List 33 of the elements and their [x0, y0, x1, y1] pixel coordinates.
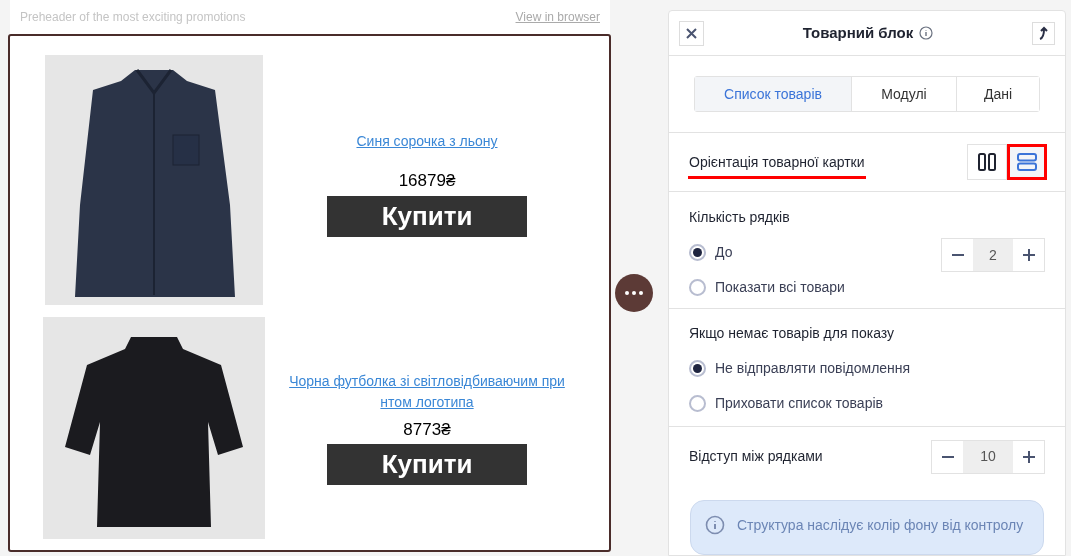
rows-icon [1017, 153, 1037, 172]
radio-button[interactable] [689, 244, 706, 262]
info-icon [705, 514, 725, 535]
product-price: 8773₴ [403, 418, 451, 441]
close-icon [686, 27, 697, 39]
radio-option[interactable]: До [689, 242, 845, 264]
buy-button[interactable]: Купити [327, 444, 527, 486]
preheader-text: Preheader of the most exciting promotions [20, 9, 246, 26]
product-title-link[interactable]: Чорна футболка зі світловідбиваючим принтом логотипа [288, 370, 566, 413]
move-up-button[interactable] [1032, 21, 1055, 45]
row-spacing-label: Відступ між рядками [689, 447, 823, 467]
panel-title: Товарний блок [802, 22, 914, 43]
tab[interactable]: Дані [956, 77, 1039, 112]
close-button[interactable] [679, 20, 704, 46]
radio-button[interactable] [689, 395, 706, 413]
section-label: Кількість рядків [689, 208, 791, 228]
radio-option[interactable]: Не відправляти повідомлення [689, 358, 1045, 380]
radio-option[interactable]: Приховати список товарів [689, 393, 1045, 415]
buy-button[interactable]: Купити [327, 195, 527, 237]
radio-button[interactable] [689, 360, 706, 378]
tab[interactable]: Список товарів [695, 77, 851, 112]
orientation-label: Орієнтація товарної картки [688, 151, 866, 179]
more-icon [625, 291, 643, 295]
radio-option[interactable]: Показати всі товари [689, 277, 845, 299]
info-icon[interactable] [919, 26, 934, 41]
product-title-link[interactable]: Синя сорочка з льону [288, 131, 566, 153]
radio-button[interactable] [689, 279, 706, 297]
section-label: Якщо немає товарів для показу [689, 324, 896, 344]
product-price: 16879₴ [398, 170, 456, 193]
info-text: Структура наслідує колір фону від контролу [737, 515, 1024, 535]
columns-icon [978, 153, 996, 172]
more-options-button[interactable] [615, 274, 653, 312]
arrow-up-icon [1037, 26, 1050, 41]
